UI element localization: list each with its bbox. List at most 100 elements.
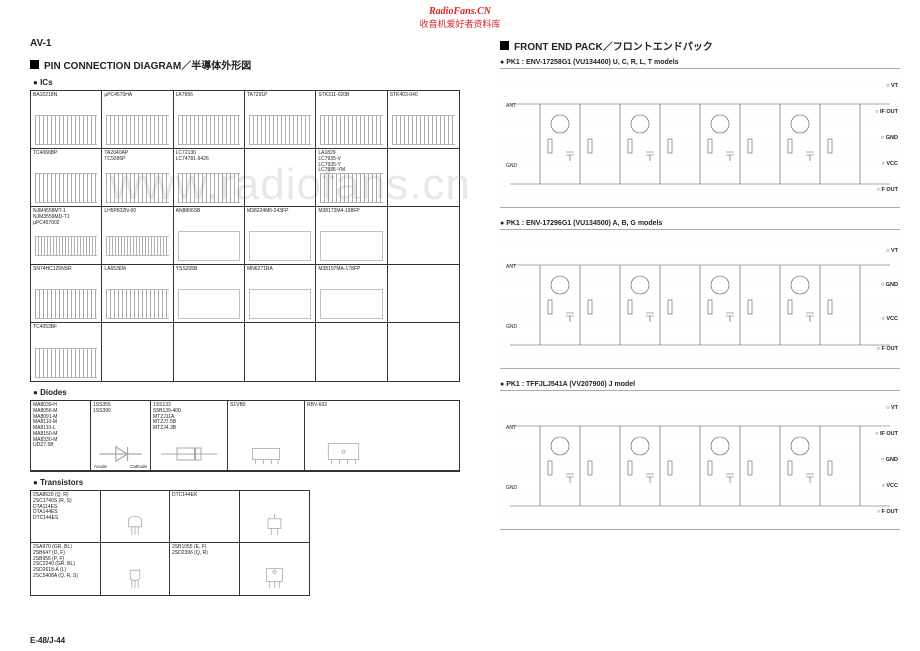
pin-label: ○ VCC [882,161,898,167]
watermark-site: RadioFans.CN [0,6,920,17]
diode-cell: MA8039-H MA8056-M MA8091-M MA8110-M MA81… [31,401,91,471]
sip-dip-package-icon [320,173,382,203]
qfp-package-icon [249,289,311,319]
diode-cell: RBV-602 [305,401,382,471]
qfp-package-icon [320,231,382,261]
tr-cell: 2SA8620 (Q, R) 2SC1740S (R, S) DTA114ES … [31,491,101,543]
qfp-package-icon [178,289,240,319]
tr-cell [101,543,170,595]
ic-label: LA7956 [176,93,242,99]
bridge-rectifier-icon [234,442,298,466]
ic-label: TA7291P [247,93,313,99]
frontend-pack-block: PK1 : ENV-17296G1 (VU134500) A, B, G mod… [500,220,900,369]
ic-label: M38172M4-198FP [318,209,384,215]
component-label-list: DTC144EK [172,493,237,499]
ic-label: STK311-020B [318,93,384,99]
ic-label: M38224M6-243FP [247,209,313,215]
sip-dip-package-icon [249,115,311,145]
sip-dip-package-icon [106,289,168,319]
watermark-tagline: 收音机爱好者资料库 [0,17,920,30]
ic-label: TC4053BF [33,325,99,331]
schematic-svg: ANT GND [500,391,900,531]
ic-cell [388,323,459,381]
pin-label: ○ VT [886,248,898,254]
component-label-list: 1SS133 S5B139-400 MTZJ11A MTZJ7.5B MTZJ4… [153,403,225,432]
ic-cell [245,149,316,207]
tr-cell: DTC144EK [170,491,240,543]
ic-label: µPC4570HA [104,93,170,99]
ic-cell [388,207,459,265]
svg-text:GND: GND [506,485,518,491]
ic-cell: TA7291P [245,91,316,149]
ic-label: TC4066BP [33,151,99,157]
ic-label: SN74HC125NSR [33,267,99,273]
ic-cell: LA7956 [174,91,245,149]
to92-transistor-icon [107,567,163,591]
sip-dip-package-icon [35,115,97,145]
ic-cell [388,149,459,207]
ic-cell: STK403-040 [388,91,459,149]
ic-cell [102,323,173,381]
pin-label: ○ VCC [882,316,898,322]
pin-label: ○ VT [886,83,898,89]
ic-cell: LH5P832N-00 [102,207,173,265]
ic-label: MN6271RA [247,267,313,273]
pin-label: ○ IF OUT [875,431,898,437]
section-title-text: PIN CONNECTION DIAGRAM／半導体外形図 [44,57,251,72]
pin-label: ○ VCC [882,483,898,489]
ic-cell: NJM4558MT-1 NJM3559MD-T1 µPC457002 [31,207,102,265]
transistor-table: 2SA8620 (Q, R) 2SC1740S (R, S) DTA114ES … [30,490,310,596]
component-label-list: 1SS355 1SS390 [93,403,148,415]
section-title-pin-diagram: PIN CONNECTION DIAGRAM／半導体外形図 [30,57,460,72]
ic-cell [316,323,387,381]
diode-cathode-label: Cathode [130,464,147,469]
schematic-diagram: ANT GND ○ VT○ IF OUT○ GND○ VCC○ F OUT [500,390,900,530]
ic-label: LC72130 LC74781-9426 [176,151,242,163]
ic-cell: M38224M6-243FP [245,207,316,265]
sip-dip-package-icon [320,115,382,145]
ic-cell: TA2040AP TC9286P [102,149,173,207]
pin-label: ○ F OUT [877,187,898,193]
frontend-pack-block: PK1 : ENV-17258G1 (VU134400) U, C, R, L,… [500,59,900,208]
ic-cell [245,323,316,381]
ic-cell: AN8806SB [174,207,245,265]
pin-label: ○ GND [881,135,898,141]
svg-text:ANT: ANT [506,103,516,109]
ic-label: LA6536M [104,267,170,273]
pin-label: ○ VT [886,405,898,411]
diode-symbol-icon [97,442,144,466]
ic-cell: LA1829 LC7935-V LC7935-Y LC7935-YM [316,149,387,207]
pk-title: PK1 : TFFJLJ541A (VV207900) J model [500,381,900,388]
pin-label: ○ GND [881,457,898,463]
sip-dip-package-icon [178,173,240,203]
ic-cell: MN6271RA [245,265,316,323]
ic-label: LA1829 LC7935-V LC7935-Y LC7935-YM [318,151,384,174]
smd-transistor-icon [246,514,303,538]
frontend-pack-block: PK1 : TFFJLJ541A (VV207900) J model ANT … [500,381,900,530]
component-label-list: 2SB1055 (E, F) 2SD2396 (Q, R) [172,545,237,557]
ic-cell: LA6536M [102,265,173,323]
ic-label: BA10218N [33,93,99,99]
ic-label: AN8806SB [176,209,242,215]
ic-label: STK403-040 [390,93,457,99]
ic-label: TA2040AP TC9286P [104,151,170,163]
diode-table: MA8039-H MA8056-M MA8091-M MA8110-M MA81… [30,400,460,472]
qfp-package-icon [320,289,382,319]
diode-label: S1VB0 [230,403,302,409]
component-label-list: MA8039-H MA8056-M MA8091-M MA8110-M MA81… [33,403,88,449]
sip-dip-package-icon [392,115,455,145]
sip-dip-package-icon [35,289,97,319]
component-label-list: 2SA970 (GR, BL) 2SB647 (D, F) 2SB956 (P,… [33,545,98,580]
bridge-module-icon [311,442,376,466]
ic-cell: LC72130 LC74781-9426 [174,149,245,207]
svg-text:ANT: ANT [506,264,516,270]
ics-heading: ICs [33,78,460,87]
ic-cell: BA10218N [31,91,102,149]
section-title-text: FRONT END PACK／フロントエンドパック [514,38,713,53]
transistors-heading: Transistors [33,478,460,487]
sip-dip-package-icon [35,173,97,203]
diodes-heading: Diodes [33,388,460,397]
tr-cell [101,491,170,543]
model-code: AV-1 [30,38,460,49]
tr-cell [240,543,309,595]
